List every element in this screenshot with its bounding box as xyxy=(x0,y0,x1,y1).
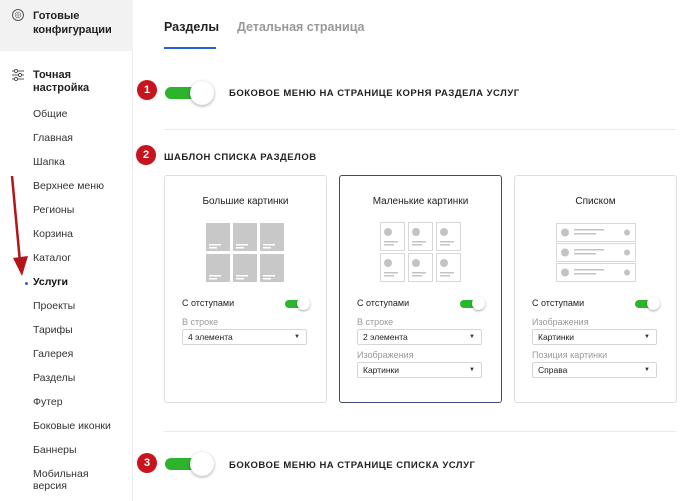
divider xyxy=(164,431,676,432)
toggle-knob xyxy=(297,297,310,310)
per-row-value: 4 элемента xyxy=(188,332,233,342)
template-list-title: ШАБЛОН СПИСКА РАЗДЕЛОВ xyxy=(164,152,317,163)
divider xyxy=(164,129,676,130)
toggle-knob xyxy=(647,297,660,310)
menu-list-title: БОКОВОЕ МЕНЮ НА СТРАНИЦЕ СПИСКА УСЛУГ xyxy=(229,460,476,471)
template-card-small-pictures[interactable]: Маленькие картинки С отступами В строке … xyxy=(339,175,502,403)
sidebar-item-gallery[interactable]: Галерея xyxy=(33,348,73,360)
toggle-knob xyxy=(472,297,485,310)
tab-sections[interactable]: Разделы xyxy=(164,20,219,34)
caret-down-icon: ▼ xyxy=(644,334,650,340)
tab-detail-page[interactable]: Детальная страница xyxy=(237,20,365,34)
annotation-badge-3: 3 xyxy=(137,453,157,473)
with-padding-toggle[interactable] xyxy=(635,297,661,311)
images-value: Картинки xyxy=(363,365,400,375)
ready-configs-label: Готовые конфигурации xyxy=(33,10,112,36)
with-padding-toggle[interactable] xyxy=(460,297,486,311)
sidebar-item-footer[interactable]: Футер xyxy=(33,396,63,408)
image-position-label: Позиция картинки xyxy=(532,350,608,360)
caret-down-icon: ▼ xyxy=(294,334,300,340)
fine-tuning-label: Точная настройка xyxy=(33,69,90,94)
sidebar-item-projects[interactable]: Проекты xyxy=(33,300,75,312)
menu-list-toggle[interactable] xyxy=(165,452,215,476)
annotation-badge-1: 1 xyxy=(137,80,157,100)
sidebar-item-top-menu[interactable]: Верхнее меню xyxy=(33,180,104,192)
per-row-label: В строке xyxy=(182,317,219,327)
images-select[interactable]: Картинки ▼ xyxy=(532,329,657,345)
list-preview-icon xyxy=(556,223,636,282)
caret-down-icon: ▼ xyxy=(644,367,650,373)
with-padding-label: С отступами xyxy=(532,298,585,308)
sidebar-item-side-icons[interactable]: Боковые иконки xyxy=(33,420,111,432)
caret-down-icon: ▼ xyxy=(469,367,475,373)
per-row-select[interactable]: 4 элемента ▼ xyxy=(182,329,307,345)
toggle-knob xyxy=(190,81,214,105)
with-padding-label: С отступами xyxy=(182,298,235,308)
image-position-value: Справа xyxy=(538,365,568,375)
images-select[interactable]: Картинки ▼ xyxy=(357,362,482,378)
big-pictures-preview-icon xyxy=(206,223,284,282)
card-title: Большие картинки xyxy=(202,196,289,207)
template-card-big-pictures[interactable]: Большие картинки С отступами В строке 4 … xyxy=(164,175,327,403)
template-card-list[interactable]: Списком С отступами Изображения Картинки… xyxy=(514,175,677,403)
active-tab-underline xyxy=(164,47,216,49)
card-title: Маленькие картинки xyxy=(372,196,469,207)
small-pictures-preview-icon xyxy=(380,222,461,282)
annotation-arrow-icon xyxy=(10,175,28,276)
toggle-knob xyxy=(190,452,214,476)
menu-root-toggle[interactable] xyxy=(165,81,215,105)
images-value: Картинки xyxy=(538,332,575,342)
sidebar-item-banners[interactable]: Баннеры xyxy=(33,444,77,456)
annotation-badge-2: 2 xyxy=(136,145,156,165)
sidebar-item-sections[interactable]: Разделы xyxy=(33,372,75,384)
per-row-value: 2 элемента xyxy=(363,332,408,342)
per-row-select[interactable]: 2 элемента ▼ xyxy=(357,329,482,345)
images-label: Изображения xyxy=(532,317,589,327)
per-row-label: В строке xyxy=(357,317,394,327)
menu-root-title: БОКОВОЕ МЕНЮ НА СТРАНИЦЕ КОРНЯ РАЗДЕЛА У… xyxy=(229,88,520,99)
with-padding-toggle[interactable] xyxy=(285,297,311,311)
caret-down-icon: ▼ xyxy=(469,334,475,340)
sidebar-item-tariffs[interactable]: Тарифы xyxy=(33,324,73,336)
image-position-select[interactable]: Справа ▼ xyxy=(532,362,657,378)
images-label: Изображения xyxy=(357,350,414,360)
card-title: Списком xyxy=(575,196,616,207)
with-padding-label: С отступами xyxy=(357,298,410,308)
sidebar-item-mobile[interactable]: Мобильная версия xyxy=(33,468,103,492)
